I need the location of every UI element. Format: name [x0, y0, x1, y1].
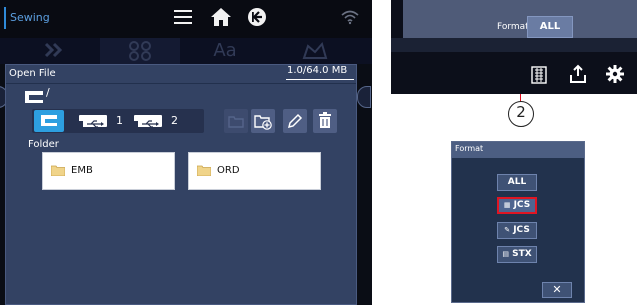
export-icon[interactable]: [569, 64, 587, 88]
usb-1-label: 1: [116, 114, 123, 127]
format-dialog-title: Format: [455, 144, 484, 153]
lettering-label: Aa: [213, 40, 237, 61]
usb-icon: [79, 120, 104, 128]
return-icon[interactable]: [246, 6, 268, 32]
format-select-button[interactable]: ALL: [527, 16, 573, 38]
folder-icon: [197, 165, 211, 176]
memory-underline: [286, 79, 354, 80]
close-button[interactable]: ✕: [542, 282, 572, 298]
machine-icon: [25, 88, 43, 107]
menu-icon[interactable]: [174, 10, 192, 26]
jcs-pattern-icon: ▦: [503, 201, 511, 209]
current-path: /: [46, 86, 50, 99]
move-folder-icon: [228, 116, 244, 128]
app-title: Sewing: [10, 11, 50, 24]
dialog-separator: [6, 83, 356, 84]
tab-pattern[interactable]: [100, 38, 180, 64]
format-option-label: STX: [512, 249, 532, 259]
folder-name: ORD: [217, 165, 240, 176]
format-option-label: JCS: [513, 200, 531, 210]
jcs-edit-icon: ✎: [504, 226, 511, 234]
delete-button[interactable]: [313, 109, 337, 133]
stx-icon: ▤: [502, 250, 509, 258]
sewing-screen: Sewing Aa Open File 1.0/64.0 MB / 1 2 Fo…: [0, 0, 372, 305]
dialog-title: Open File: [9, 68, 56, 79]
format-value: ALL: [539, 21, 561, 32]
device-machine-button[interactable]: [34, 110, 64, 132]
memory-grid-icon[interactable]: [531, 66, 547, 88]
format-panel: [403, 0, 637, 38]
memory-usage: 1.0/64.0 MB: [287, 65, 348, 76]
scroll-right-arrow[interactable]: [357, 86, 371, 108]
new-folder-icon: [254, 115, 272, 130]
rename-button[interactable]: [283, 109, 307, 133]
format-option-label: JCS: [513, 225, 530, 235]
tab-edit[interactable]: [285, 38, 345, 64]
format-option-stx[interactable]: ▤ STX: [497, 246, 537, 263]
format-option-jcs-embroidery[interactable]: ▦ JCS: [497, 197, 537, 214]
tab-embroidery[interactable]: [20, 38, 90, 64]
top-bar: Sewing: [0, 0, 372, 38]
folder-item-ord[interactable]: ORD: [188, 152, 321, 190]
crown-edit-icon: [302, 41, 328, 59]
folder-name: EMB: [71, 165, 93, 176]
usb-2-button[interactable]: [134, 115, 162, 128]
format-dialog: Format ALL ▦ JCS ✎ JCS ▤ STX ✕: [451, 141, 585, 303]
tab-lettering[interactable]: Aa: [195, 38, 255, 64]
format-option-all[interactable]: ALL: [497, 174, 537, 191]
folder-icon: [51, 165, 65, 176]
device-selector: 1 2: [32, 109, 204, 133]
wifi-icon: [341, 9, 359, 29]
usb-1-button[interactable]: [79, 115, 107, 128]
folder-section-label: Folder: [28, 139, 59, 150]
close-icon: ✕: [552, 283, 562, 296]
dimmed-strip: [391, 38, 637, 52]
callout-number: 2: [516, 103, 526, 121]
new-folder-button[interactable]: [251, 109, 275, 133]
delete-icon: [319, 112, 331, 128]
folder-item-emb[interactable]: EMB: [42, 152, 175, 190]
embroidery-pattern-icon: [44, 42, 63, 58]
move-folder-button[interactable]: [224, 109, 248, 133]
usb-2-label: 2: [171, 114, 178, 127]
usb-icon: [134, 120, 159, 128]
rename-icon: [287, 113, 303, 129]
home-icon[interactable]: [210, 6, 232, 32]
open-file-dialog: Open File 1.0/64.0 MB / 1 2 Folder EMB O…: [5, 64, 357, 305]
settings-gear-icon[interactable]: [605, 64, 625, 88]
bottom-icon-bar: [391, 52, 637, 94]
format-option-jcs-edit[interactable]: ✎ JCS: [497, 222, 537, 239]
format-toolbar-crop: Format ALL: [391, 0, 637, 94]
format-label: Format: [497, 22, 529, 32]
pattern-grid-icon: [129, 41, 151, 61]
tab-strip: Aa: [0, 38, 372, 64]
format-option-label: ALL: [507, 177, 527, 187]
title-accent-bar: [4, 7, 6, 29]
